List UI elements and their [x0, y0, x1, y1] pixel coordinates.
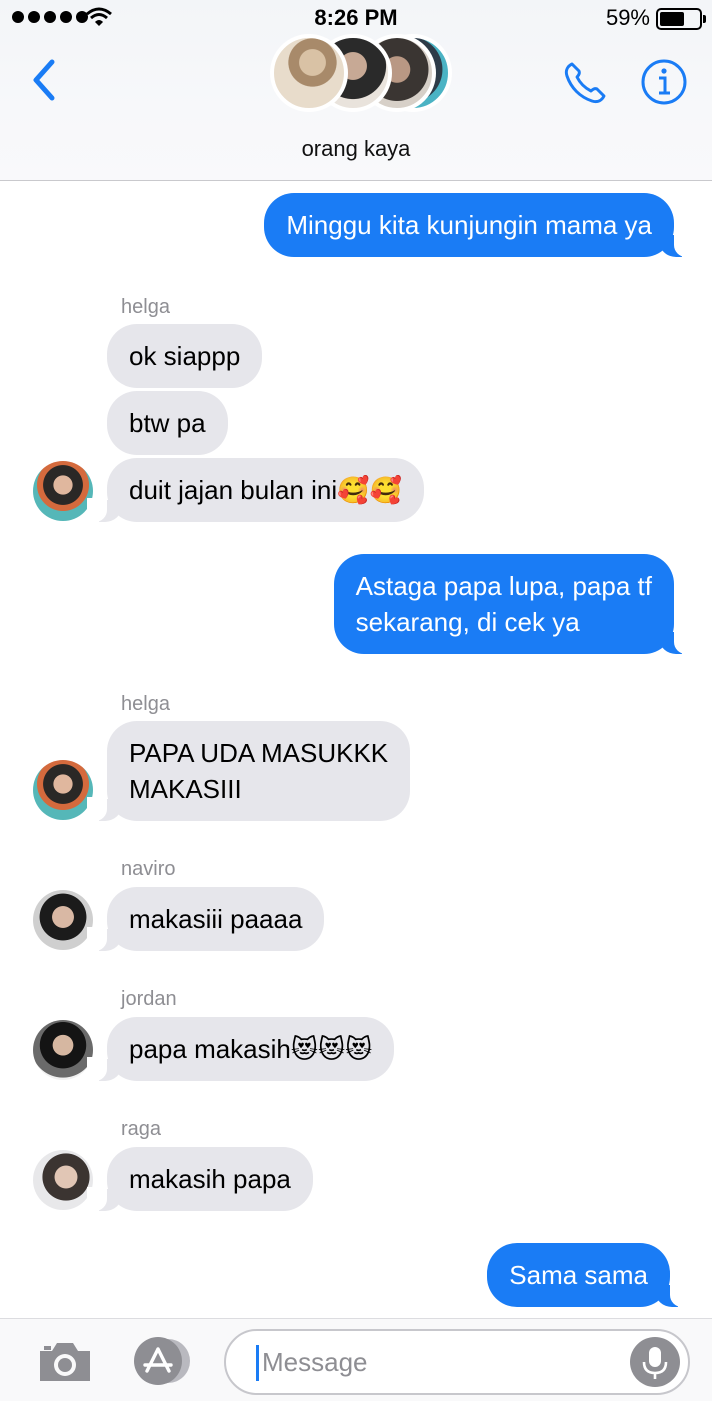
avatar[interactable] — [33, 1020, 93, 1080]
message-bubble-incoming[interactable]: makasiii paaaa — [86, 887, 325, 951]
message-bubble-incoming[interactable]: makasih papa — [87, 1147, 313, 1211]
battery-icon — [656, 8, 706, 30]
message-bubble-incoming[interactable]: papa makasih😻😻😻 — [86, 1017, 395, 1081]
group-avatar-stack[interactable] — [270, 34, 460, 120]
message-line: PAPA UDA MASUKKK — [129, 738, 389, 768]
phone-icon[interactable] — [560, 58, 610, 108]
battery-percent: 59% — [605, 5, 650, 30]
message-placeholder: Message — [262, 1347, 368, 1377]
sender-name: helga — [121, 296, 170, 318]
group-name[interactable]: orang kaya — [0, 136, 712, 162]
avatar[interactable] — [33, 461, 93, 521]
message-bubble-incoming[interactable]: ok siappp — [107, 324, 263, 388]
back-chevron-icon[interactable] — [26, 56, 66, 106]
sender-name: helga — [121, 693, 170, 715]
message-input[interactable]: Message — [224, 1329, 690, 1395]
avatar[interactable] — [33, 1150, 93, 1210]
message-bubble-outgoing[interactable]: Astaga papa lupa, papa tf sekarang, di c… — [333, 554, 695, 654]
message-bubble-outgoing[interactable]: Sama sama — [487, 1243, 690, 1307]
message-line: sekarang, di cek ya — [355, 607, 580, 637]
message-bubble-incoming[interactable]: btw pa — [107, 391, 228, 455]
microphone-icon[interactable] — [630, 1337, 680, 1387]
camera-icon[interactable] — [36, 1339, 94, 1385]
group-member-avatar — [270, 34, 348, 112]
compose-bar: Message — [0, 1318, 712, 1401]
message-thread[interactable]: Minggu kita kunjungin mama ya helga ok s… — [0, 181, 712, 1318]
text-caret — [256, 1345, 259, 1381]
sender-name: naviro — [121, 858, 176, 880]
avatar[interactable] — [33, 760, 93, 820]
message-line: MAKASIII — [129, 774, 242, 804]
message-bubble-incoming[interactable]: PAPA UDA MASUKKK MAKASIII — [86, 721, 411, 821]
sender-name: raga — [121, 1118, 162, 1140]
info-icon[interactable] — [640, 58, 688, 106]
status-bar: 8:26 PM 59% — [0, 0, 712, 36]
avatar[interactable] — [33, 890, 93, 950]
sender-name: jordan — [121, 988, 177, 1010]
message-bubble-incoming[interactable]: duit jajan bulan ini🥰🥰 — [87, 458, 424, 522]
app-store-icon[interactable] — [130, 1337, 196, 1385]
message-line: Astaga papa lupa, papa tf — [355, 571, 652, 601]
message-bubble-outgoing[interactable]: Minggu kita kunjungin mama ya — [264, 193, 694, 257]
